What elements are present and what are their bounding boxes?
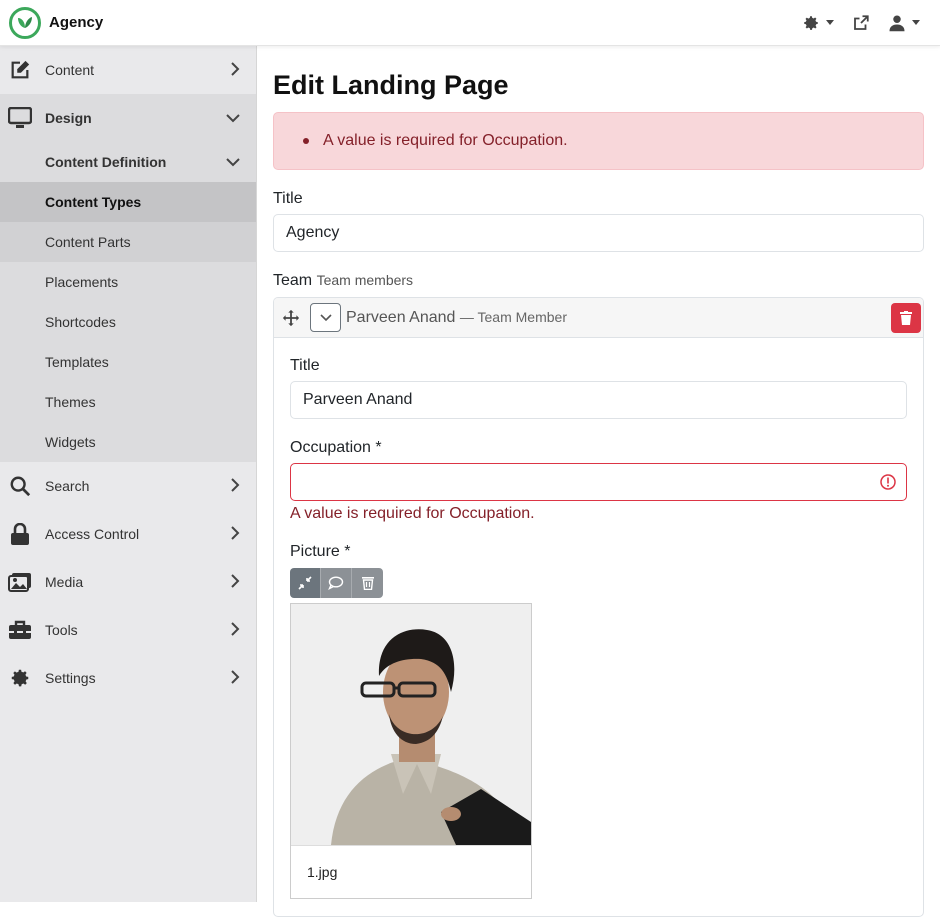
user-menu-dropdown[interactable] <box>888 14 920 32</box>
team-label: Team Team members <box>273 272 924 290</box>
sidebar-item-themes[interactable]: Themes <box>0 382 256 422</box>
app-name: Agency <box>49 14 104 31</box>
sidebar-item-content[interactable]: Content <box>0 46 256 94</box>
edit-icon <box>8 58 32 82</box>
sidebar-item-label: Search <box>45 478 90 494</box>
caret-down-icon <box>912 20 920 25</box>
crop-button[interactable] <box>290 568 321 598</box>
occupation-label: Occupation * <box>290 439 382 456</box>
sidebar-item-content-types[interactable]: Content Types <box>0 182 256 222</box>
view-site-button[interactable] <box>852 14 870 32</box>
caption-button[interactable] <box>321 568 352 598</box>
chevron-down-icon <box>226 154 240 170</box>
occupation-error: A value is required for Occupation. <box>290 505 535 522</box>
picture-label: Picture * <box>290 543 351 560</box>
picture-card: 1.jpg <box>290 603 532 899</box>
remove-picture-button[interactable] <box>352 568 383 598</box>
collapse-button[interactable] <box>310 303 341 332</box>
sidebar-item-design[interactable]: Design <box>0 94 256 142</box>
member-title-input[interactable]: Parveen Anand <box>290 381 907 419</box>
member-title-label: Title <box>290 357 320 374</box>
sidebar-item-tools[interactable]: Tools <box>0 606 256 654</box>
sidebar-item-shortcodes[interactable]: Shortcodes <box>0 302 256 342</box>
team-member-title: Parveen Anand — Team Member <box>346 309 567 327</box>
gear-icon <box>804 15 818 30</box>
team-hint: Team members <box>316 272 414 288</box>
trash-icon <box>900 310 912 325</box>
sidebar-item-content-parts[interactable]: Content Parts <box>0 222 256 262</box>
comment-icon <box>328 576 344 590</box>
sidebar-item-media[interactable]: Media <box>0 558 256 606</box>
team-member-widget: Parveen Anand — Team Member Title Parvee… <box>273 297 924 917</box>
team-member-header: Parveen Anand — Team Member <box>274 298 923 338</box>
chevron-right-icon <box>230 573 240 591</box>
sidebar-item-label: Settings <box>45 670 96 686</box>
alert-message: A value is required for Occupation. <box>323 132 568 149</box>
team-member-body: Title Parveen Anand Occupation * A value… <box>274 357 923 899</box>
validation-summary-alert: A value is required for Occupation. <box>273 112 924 170</box>
gear-icon <box>8 666 32 690</box>
sidebar-item-content-definition[interactable]: Content Definition <box>0 142 256 182</box>
picture-filename: 1.jpg <box>291 845 531 898</box>
chevron-right-icon <box>230 525 240 543</box>
sidebar-item-label: Media <box>45 574 84 590</box>
sidebar-item-search[interactable]: Search <box>0 462 256 510</box>
bullet-icon <box>303 138 309 144</box>
images-icon <box>8 570 32 594</box>
picture-toolbar <box>290 568 907 598</box>
occupation-input[interactable] <box>290 463 907 501</box>
toolbox-icon <box>8 618 32 642</box>
page-title: Edit Landing Page <box>273 70 509 100</box>
user-icon <box>889 15 905 31</box>
sidebar-item-label: Tools <box>45 622 78 638</box>
search-icon <box>8 474 32 498</box>
admin-sidebar: Content Design Content Definition Conten… <box>0 46 257 902</box>
sidebar-item-label: Access Control <box>45 526 140 542</box>
external-link-icon <box>854 14 869 30</box>
sidebar-item-label: Design <box>45 110 92 126</box>
compress-icon <box>298 576 312 590</box>
sidebar-item-label: Content Definition <box>45 154 167 170</box>
chevron-right-icon <box>230 61 240 79</box>
main-content: Edit Landing Page A value is required fo… <box>273 46 924 917</box>
picture-thumbnail[interactable] <box>291 604 531 845</box>
caret-down-icon <box>826 20 834 25</box>
delete-button[interactable] <box>891 302 921 333</box>
sidebar-item-templates[interactable]: Templates <box>0 342 256 382</box>
drag-move-icon[interactable] <box>282 309 300 327</box>
title-input[interactable]: Agency <box>273 214 924 252</box>
sidebar-item-label: Content <box>45 62 95 78</box>
brand-link[interactable]: Agency <box>9 6 104 39</box>
chevron-down-icon <box>319 313 332 321</box>
chevron-down-icon <box>226 110 240 126</box>
trash-icon <box>361 577 374 590</box>
chevron-right-icon <box>230 669 240 687</box>
team-label-text: Team <box>273 272 313 289</box>
sidebar-item-settings[interactable]: Settings <box>0 654 256 702</box>
lock-icon <box>8 522 32 546</box>
design-submenu: Content Definition Content Types Content… <box>0 142 256 462</box>
title-label: Title <box>273 190 303 207</box>
top-navbar: Agency <box>0 0 940 46</box>
monitor-icon <box>8 106 32 130</box>
sidebar-item-placements[interactable]: Placements <box>0 262 256 302</box>
chevron-right-icon <box>230 477 240 495</box>
sidebar-item-widgets[interactable]: Widgets <box>0 422 256 462</box>
team-member-type: — Team Member <box>459 308 567 325</box>
chevron-right-icon <box>230 621 240 639</box>
theme-settings-dropdown[interactable] <box>802 14 834 32</box>
error-icon <box>880 474 896 490</box>
team-member-name: Parveen Anand <box>346 308 456 326</box>
sidebar-item-access-control[interactable]: Access Control <box>0 510 256 558</box>
orchard-logo-icon <box>9 6 41 39</box>
